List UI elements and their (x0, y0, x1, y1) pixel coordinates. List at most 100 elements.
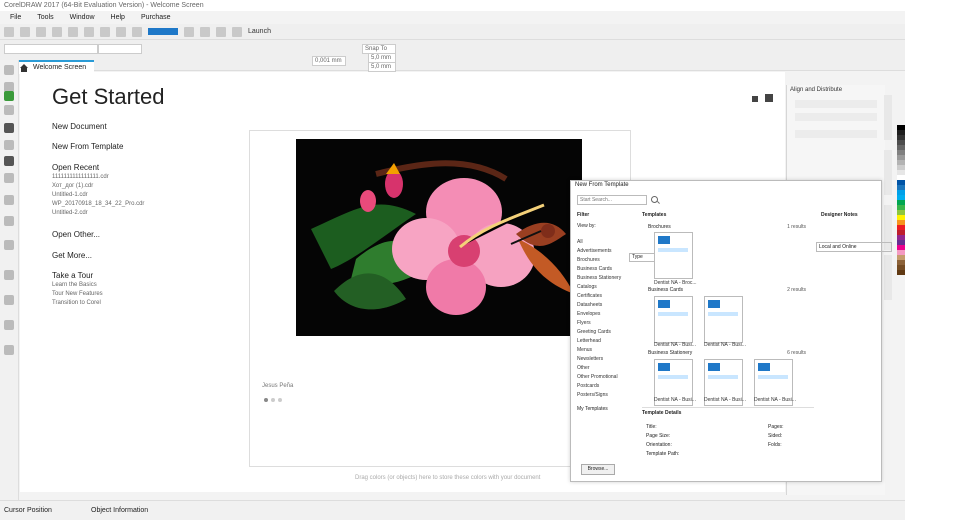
get-more-link[interactable]: Get More... (52, 251, 92, 260)
recent-file[interactable]: Untitled-2.cdr (52, 210, 88, 216)
template-details-panel: Template Details Title: Page Size: Orien… (642, 407, 814, 472)
distribute-options[interactable] (795, 113, 877, 121)
pager-dot[interactable] (278, 398, 282, 402)
tour-learn-basics[interactable]: Learn the Basics (52, 282, 97, 288)
filter-item[interactable]: Newsletters (577, 355, 635, 364)
menu-file[interactable]: File (4, 12, 27, 23)
font-selector[interactable] (4, 44, 98, 54)
tour-transition[interactable]: Transition to Corel (52, 300, 101, 306)
recent-file[interactable]: 1111111111111111.cdr (52, 174, 109, 180)
template-caption: Dentist NA - Broc... (654, 280, 697, 286)
status-bar: Cursor Position Object Information (0, 500, 905, 520)
template-thumbnail[interactable] (654, 232, 693, 279)
open-icon[interactable] (20, 26, 30, 37)
launch-label[interactable]: Launch (248, 28, 271, 35)
recent-file[interactable]: WP_20170918_18_34_22_Pro.cdr (52, 201, 144, 207)
launch-icon[interactable] (232, 26, 242, 37)
template-thumbnail[interactable] (654, 296, 693, 343)
filter-item[interactable]: Postcards (577, 382, 635, 391)
recent-file[interactable]: Хот_дог (1).cdr (52, 183, 93, 189)
add-tool-icon[interactable] (4, 345, 14, 355)
zoom-bar[interactable] (148, 28, 178, 35)
section-business-cards: Business Cards (648, 287, 684, 293)
filter-item[interactable]: Letterhead (577, 337, 635, 346)
filter-item[interactable]: Certificates (577, 292, 635, 301)
export-icon[interactable] (132, 26, 142, 37)
details-template-path-label: Template Path: (646, 451, 680, 457)
pick-tool-icon[interactable] (4, 65, 14, 75)
filter-item[interactable]: Catalogs (577, 283, 635, 292)
details-page-size-label: Page Size: (646, 433, 671, 439)
filter-item[interactable]: Menus (577, 346, 635, 355)
line-tool-icon[interactable] (4, 216, 14, 226)
tab-welcome-label: Welcome Screen (33, 64, 87, 71)
interactive-fill-icon[interactable] (4, 320, 14, 330)
align-target-options[interactable] (795, 130, 877, 138)
filter-item[interactable]: Business Stationery (577, 274, 635, 283)
vertical-tab-contour[interactable] (884, 255, 892, 300)
large-a-icon[interactable] (765, 94, 773, 102)
details-sided-label: Sided: (768, 433, 783, 439)
pager-dot-active[interactable] (264, 398, 268, 402)
size-selector[interactable] (98, 44, 142, 54)
vertical-tab-object-manager[interactable] (884, 150, 892, 195)
menu-help[interactable]: Help (105, 12, 131, 23)
align-options[interactable] (795, 100, 877, 108)
filter-item[interactable]: Posters/Signs (577, 391, 635, 400)
vertical-tab-align[interactable] (884, 95, 892, 140)
small-a-icon[interactable] (752, 96, 758, 102)
image-pager[interactable] (264, 395, 285, 404)
new-icon[interactable] (4, 26, 14, 37)
filter-item[interactable]: Datasheets (577, 301, 635, 310)
undo-icon[interactable] (68, 26, 78, 37)
save-icon[interactable] (36, 26, 46, 37)
new-document-link[interactable]: New Document (52, 122, 107, 131)
section-brochures: Brochures (648, 224, 671, 230)
filter-item[interactable]: Envelopes (577, 310, 635, 319)
menu-window[interactable]: Window (64, 12, 101, 23)
cursor-position: Cursor Position (4, 507, 52, 514)
pager-dot[interactable] (271, 398, 275, 402)
p-icon[interactable] (4, 156, 14, 166)
gear-icon[interactable] (216, 26, 226, 37)
info-icon[interactable] (4, 123, 14, 133)
menu-purchase[interactable]: Purchase (135, 12, 177, 23)
document-tabs: Welcome Screen (15, 60, 905, 74)
fill-tool-icon[interactable] (4, 270, 14, 280)
window-title: CorelDRAW 2017 (64-Bit Evaluation Versio… (0, 0, 905, 11)
filter-item[interactable]: Other (577, 364, 635, 373)
filter-item[interactable]: Business Cards (577, 265, 635, 274)
open-other-link[interactable]: Open Other... (52, 230, 100, 239)
template-source-select[interactable]: Local and Online (816, 242, 892, 252)
download-icon[interactable] (4, 173, 14, 183)
filter-item[interactable]: Flyers (577, 319, 635, 328)
menu-tools[interactable]: Tools (31, 12, 59, 23)
import-icon[interactable] (116, 26, 126, 37)
shadow-tool-icon[interactable] (4, 240, 14, 250)
search-icon[interactable] (100, 26, 110, 37)
browse-button[interactable]: Browse... (581, 464, 615, 475)
snap-icon[interactable] (200, 26, 210, 37)
crop-icon[interactable] (4, 105, 14, 115)
filter-item[interactable]: All (577, 238, 635, 247)
print-icon[interactable] (52, 26, 62, 37)
search-icon[interactable] (651, 196, 658, 203)
palette-swatch[interactable] (897, 270, 905, 275)
full-screen-icon[interactable] (184, 26, 194, 37)
my-templates-link[interactable]: My Templates (577, 406, 608, 412)
filter-item[interactable]: Greeting Cards (577, 328, 635, 337)
view-by-label: View by: (577, 223, 596, 229)
text-tool-icon[interactable] (4, 195, 14, 205)
rectangle-tool-icon[interactable] (4, 140, 14, 150)
tour-new-features[interactable]: Tour New Features (52, 291, 103, 297)
redo-icon[interactable] (84, 26, 94, 37)
recent-file[interactable]: Untitled-1.cdr (52, 192, 88, 198)
play-icon[interactable] (4, 91, 14, 101)
filter-item[interactable]: Other Promotional (577, 373, 635, 382)
new-from-template-link[interactable]: New From Template (52, 142, 123, 151)
eyedropper-icon[interactable] (4, 295, 14, 305)
filter-item[interactable]: Brochures (577, 256, 635, 265)
template-thumbnail[interactable] (704, 296, 743, 343)
template-search-input[interactable]: Start Search... (577, 195, 647, 205)
filter-item[interactable]: Advertisements (577, 247, 635, 256)
